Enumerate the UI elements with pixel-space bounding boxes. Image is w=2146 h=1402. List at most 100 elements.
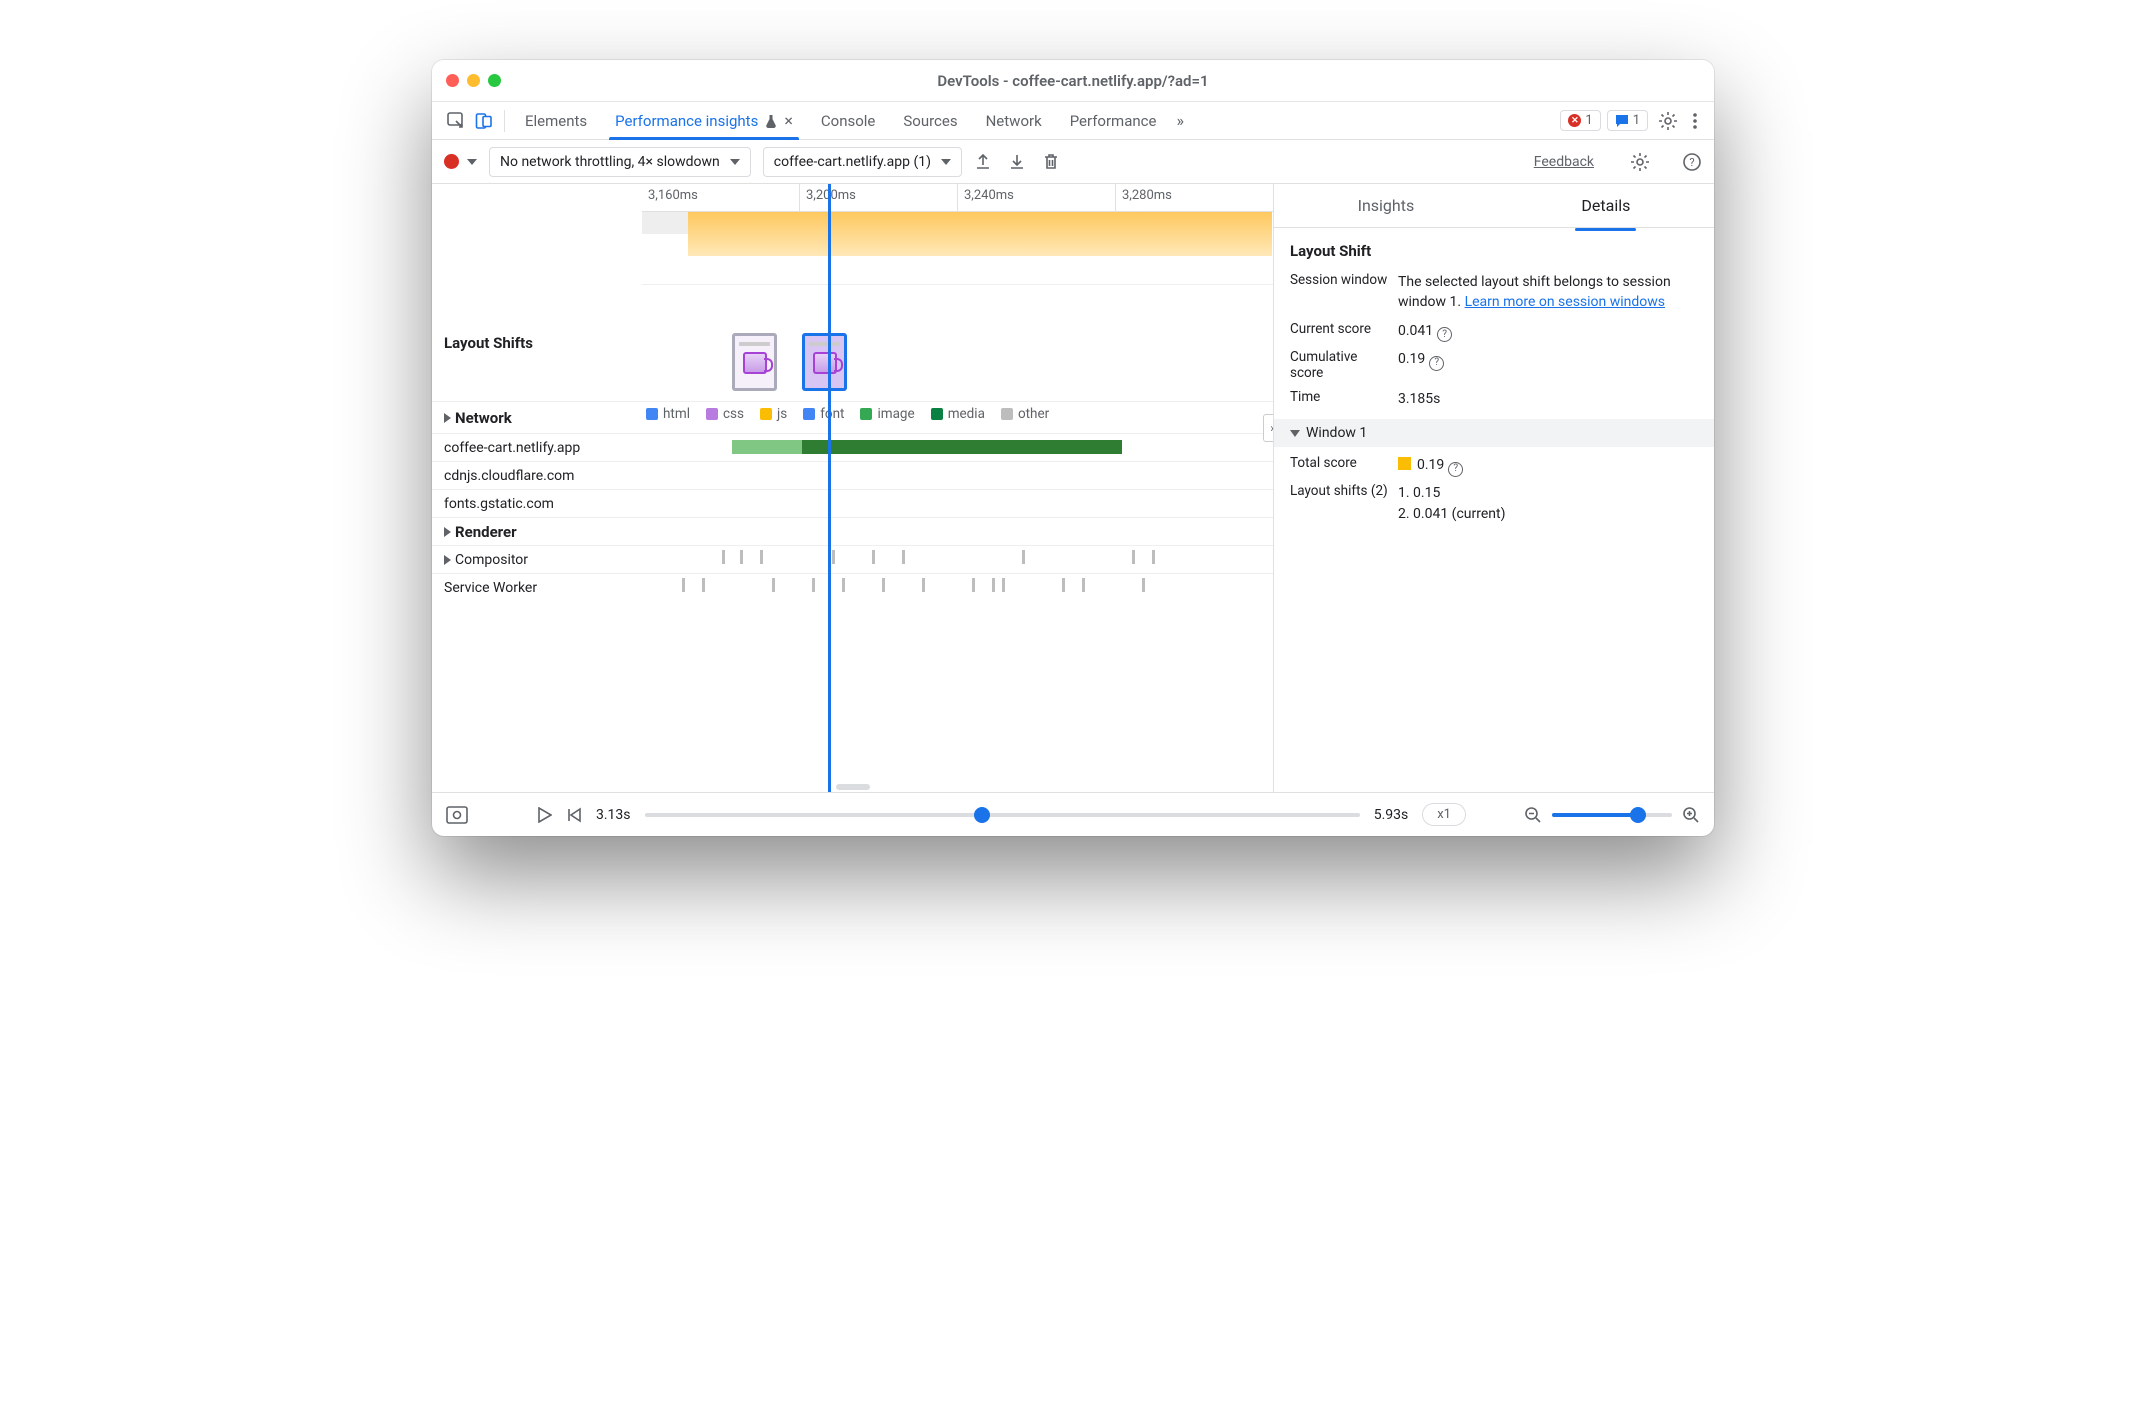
playback-speed-chip[interactable]: x1 [1422, 803, 1466, 826]
time-ruler[interactable]: 3,160ms 3,200ms 3,240ms 3,280ms [642, 184, 1273, 212]
time-value: 3.185s [1398, 389, 1698, 409]
current-score-value: 0.041? [1398, 321, 1698, 341]
tab-performance-insights[interactable]: Performance insights × [601, 102, 807, 139]
import-icon[interactable] [1008, 153, 1030, 171]
layout-shift-thumbnail-selected[interactable] [802, 333, 847, 391]
export-icon[interactable] [974, 153, 996, 171]
right-tabs: Insights Details [1274, 184, 1714, 228]
tab-network[interactable]: Network [972, 102, 1056, 139]
network-host-row[interactable]: coffee-cart.netlify.app [432, 434, 642, 461]
record-button[interactable] [444, 154, 459, 169]
expand-panel-button[interactable]: › [1263, 414, 1273, 442]
network-host-row[interactable]: fonts.gstatic.com [432, 490, 642, 517]
tab-elements[interactable]: Elements [511, 102, 601, 139]
panel-settings-icon[interactable] [1630, 152, 1650, 172]
time-start-label: 3.13s [596, 807, 631, 823]
zoom-out-icon[interactable] [1524, 806, 1542, 824]
throttling-value: No network throttling, 4× slowdown [500, 154, 720, 170]
titlebar: DevTools - coffee-cart.netlify.app/?ad=1 [432, 60, 1714, 102]
score-swatch [1398, 457, 1411, 470]
error-count: 1 [1585, 113, 1592, 128]
details-title: Layout Shift [1290, 242, 1698, 260]
settings-icon[interactable] [1658, 111, 1678, 131]
play-icon[interactable] [536, 807, 552, 823]
row-label-layout-shifts: Layout Shifts [432, 284, 642, 401]
device-toggle-icon[interactable] [470, 107, 498, 135]
row-label-compositor[interactable]: Compositor [432, 546, 642, 573]
session-dropdown[interactable]: coffee-cart.netlify.app (1) [763, 147, 962, 177]
help-icon[interactable]: ? [1682, 152, 1702, 172]
tab-console-label: Console [821, 112, 876, 130]
layout-shift-thumbnail[interactable] [732, 333, 777, 391]
devtools-window: DevTools - coffee-cart.netlify.app/?ad=1… [432, 60, 1714, 836]
ruler-tick: 3,240ms [957, 184, 1115, 211]
layout-shifts-list: 1. 0.15 2. 0.041 (current) [1398, 483, 1698, 524]
divider [504, 110, 505, 132]
window-controls [446, 74, 501, 87]
current-score-label: Current score [1290, 321, 1388, 337]
footer-controls: 3.13s 5.93s x1 [432, 792, 1714, 836]
network-host-row[interactable]: cdnjs.cloudflare.com [432, 462, 642, 489]
row-label-renderer[interactable]: Renderer [432, 518, 642, 545]
svg-text:?: ? [1689, 156, 1694, 169]
zoom-in-icon[interactable] [1682, 806, 1700, 824]
tab-insights[interactable]: Insights [1354, 188, 1419, 223]
session-window-value: The selected layout shift belongs to ses… [1398, 272, 1698, 313]
record-menu-chevron-icon[interactable] [467, 159, 477, 165]
playhead-marker[interactable] [828, 184, 831, 792]
time-scrubber[interactable] [645, 813, 1360, 817]
time-end-label: 5.93s [1374, 807, 1409, 823]
timeline-panel: 3,160ms 3,200ms 3,240ms 3,280ms [432, 184, 1274, 792]
help-icon[interactable]: ? [1437, 327, 1452, 342]
help-icon[interactable]: ? [1448, 462, 1463, 477]
more-menu-icon[interactable] [1686, 112, 1704, 130]
message-count: 1 [1633, 113, 1640, 128]
more-tabs-icon[interactable]: » [1176, 111, 1184, 130]
tab-details[interactable]: Details [1577, 188, 1634, 223]
row-label-service-worker[interactable]: Service Worker [432, 574, 642, 602]
chevron-down-icon [941, 159, 951, 165]
chevron-down-icon [730, 159, 740, 165]
zoom-window-button[interactable] [488, 74, 501, 87]
help-icon[interactable]: ? [1429, 356, 1444, 371]
resize-gripper[interactable] [836, 784, 870, 790]
throttling-dropdown[interactable]: No network throttling, 4× slowdown [489, 147, 751, 177]
flask-icon [764, 114, 778, 128]
minimize-window-button[interactable] [467, 74, 480, 87]
tab-elements-label: Elements [525, 112, 587, 130]
tab-perf-insights-label: Performance insights [615, 112, 758, 130]
timeline-area[interactable]: Layout Shifts Network html css js [432, 212, 1273, 792]
devtools-tabbar: Elements Performance insights × Console … [432, 102, 1714, 140]
window-section-header[interactable]: Window 1 [1274, 419, 1714, 447]
collapse-icon [1290, 430, 1300, 437]
delete-icon[interactable] [1042, 153, 1064, 171]
feedback-link[interactable]: Feedback [1534, 154, 1594, 170]
messages-badge[interactable]: 1 [1607, 110, 1648, 131]
zoom-controls [1524, 806, 1700, 824]
skip-start-icon[interactable] [566, 807, 582, 823]
close-window-button[interactable] [446, 74, 459, 87]
error-badge[interactable]: ✕1 [1560, 110, 1600, 131]
session-value: coffee-cart.netlify.app (1) [774, 154, 931, 170]
tab-performance[interactable]: Performance [1056, 102, 1171, 139]
total-score-value: 0.19? [1398, 455, 1698, 475]
row-label-network[interactable]: Network [432, 402, 642, 433]
inspect-element-icon[interactable] [442, 107, 470, 135]
close-tab-icon[interactable]: × [784, 111, 793, 130]
network-legend: html css js font image media other [642, 402, 1273, 422]
window-title: DevTools - coffee-cart.netlify.app/?ad=1 [432, 72, 1714, 90]
cumulative-score-label: Cumulative score [1290, 349, 1388, 381]
toggle-view-icon[interactable] [446, 806, 468, 824]
tab-console[interactable]: Console [807, 102, 890, 139]
tab-performance-label: Performance [1070, 112, 1157, 130]
tab-sources[interactable]: Sources [889, 102, 971, 139]
cumulative-score-value: 0.19? [1398, 349, 1698, 369]
learn-more-link[interactable]: Learn more on session windows [1465, 294, 1665, 310]
zoom-slider[interactable] [1552, 813, 1672, 817]
ruler-tick: 3,160ms [642, 184, 799, 211]
details-body: Layout Shift Session window The selected… [1274, 228, 1714, 792]
layout-shift-item[interactable]: 1. 0.15 [1398, 483, 1698, 503]
session-window-label: Session window [1290, 272, 1388, 288]
expand-icon [444, 527, 451, 537]
layout-shift-item[interactable]: 2. 0.041 (current) [1398, 504, 1698, 524]
